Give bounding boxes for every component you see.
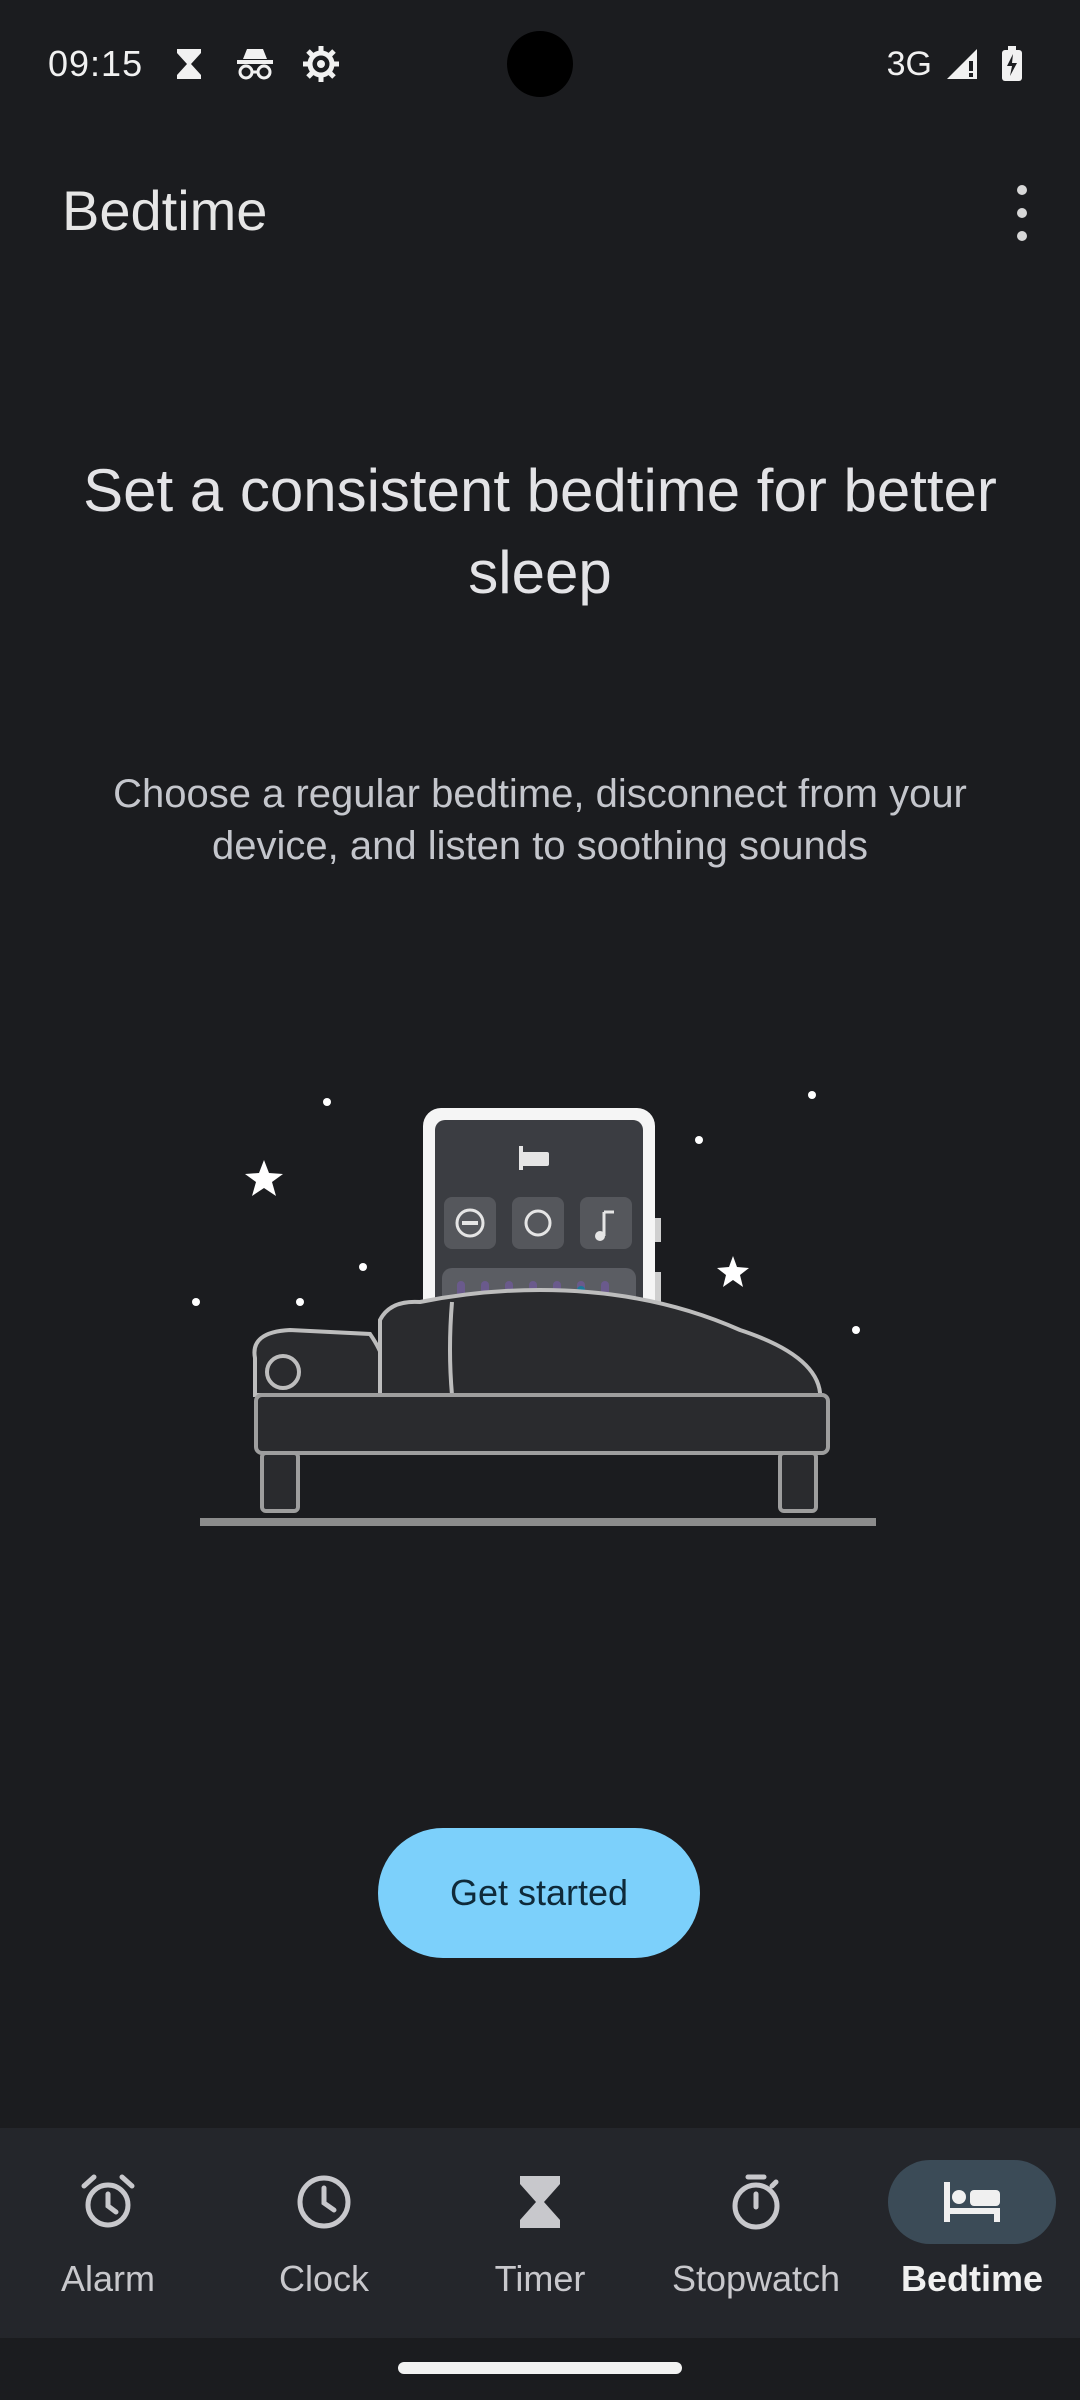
- more-vert-icon[interactable]: [1000, 185, 1044, 241]
- hourglass-icon: [456, 2160, 624, 2244]
- stopwatch-icon: [672, 2160, 840, 2244]
- nav-label-timer: Timer: [494, 2258, 586, 2299]
- nav-label-clock: Clock: [278, 2258, 370, 2299]
- settings-gear-icon: [301, 44, 341, 84]
- network-type: 3G: [886, 44, 932, 83]
- nav-label-alarm: Alarm: [60, 2258, 155, 2299]
- bottom-navigation: Alarm Clock Timer Stopwatch Bedtime: [0, 2128, 1080, 2338]
- hourglass-icon: [169, 44, 209, 84]
- gesture-navigation-handle[interactable]: [398, 2362, 682, 2374]
- signal-icon: [942, 44, 982, 84]
- alarm-icon: [24, 2160, 192, 2244]
- nav-item-stopwatch[interactable]: Stopwatch: [648, 2128, 864, 2338]
- status-right: 3G: [887, 44, 1032, 84]
- status-left: 09:15: [48, 43, 341, 85]
- bed-icon: [888, 2160, 1056, 2244]
- status-time: 09:15: [48, 43, 144, 84]
- subheading: Choose a regular bedtime, disconnect fro…: [113, 772, 967, 868]
- nav-item-clock[interactable]: Clock: [216, 2128, 432, 2338]
- nav-item-alarm[interactable]: Alarm: [0, 2128, 216, 2338]
- nav-item-bedtime[interactable]: Bedtime: [864, 2128, 1080, 2338]
- incognito-icon: [235, 44, 275, 84]
- page-title: Bedtime: [62, 179, 268, 242]
- get-started-button[interactable]: Get started: [378, 1828, 700, 1958]
- front-camera: [507, 31, 573, 97]
- battery-charging-icon: [992, 44, 1032, 84]
- nav-item-timer[interactable]: Timer: [432, 2128, 648, 2338]
- nav-label-bedtime: Bedtime: [900, 2258, 1044, 2299]
- nav-label-stopwatch: Stopwatch: [671, 2258, 841, 2299]
- bedtime-screen: 09:15 3G Bedtime Set a consistent bedtim…: [0, 0, 1080, 2400]
- headline: Set a consistent bedtime for better slee…: [83, 457, 997, 606]
- clock-icon: [240, 2160, 408, 2244]
- sleeping-person-phone-illustration: [180, 1080, 900, 1640]
